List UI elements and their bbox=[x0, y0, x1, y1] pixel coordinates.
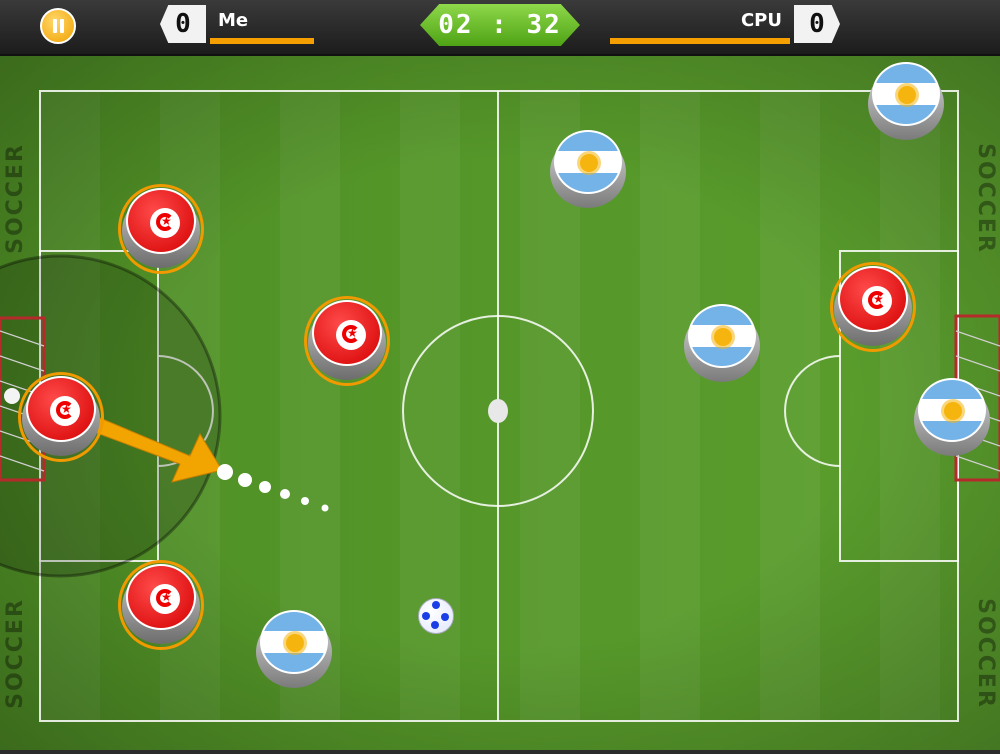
center-spot bbox=[488, 399, 508, 423]
soccer-ball bbox=[418, 598, 454, 634]
ball-shadow-marker bbox=[4, 388, 20, 404]
side-label-left-top: SOCCER bbox=[2, 143, 28, 254]
player-score: 0 bbox=[160, 5, 206, 43]
tunisia-player-disc[interactable] bbox=[830, 262, 916, 352]
side-label-right-top: SOCCER bbox=[972, 143, 998, 254]
pause-button[interactable] bbox=[40, 8, 76, 44]
soccer-field[interactable]: SOCCER SOCCER SOCCER SOCCER bbox=[0, 56, 1000, 750]
match-timer: 02 : 32 bbox=[420, 4, 580, 46]
player-name: Me bbox=[218, 10, 249, 31]
tunisia-goalkeeper-disc[interactable] bbox=[18, 372, 104, 462]
argentina-goalkeeper-disc bbox=[914, 376, 990, 456]
tunisia-player-disc[interactable] bbox=[304, 296, 390, 386]
argentina-flag-icon bbox=[898, 86, 916, 104]
argentina-flag-icon bbox=[944, 402, 962, 420]
cpu-score: 0 bbox=[794, 5, 840, 43]
side-label-left-bottom: SOCCER bbox=[2, 598, 28, 709]
cpu-power-bar bbox=[610, 38, 790, 44]
tunisia-flag-icon bbox=[150, 208, 180, 238]
argentina-player-disc bbox=[684, 302, 760, 382]
argentina-flag-icon bbox=[286, 634, 304, 652]
argentina-flag-icon bbox=[714, 328, 732, 346]
argentina-flag-icon bbox=[580, 154, 598, 172]
side-label-right-bottom: SOCCER bbox=[972, 598, 998, 709]
cpu-name: CPU bbox=[740, 10, 782, 31]
tunisia-flag-icon bbox=[862, 286, 892, 316]
tunisia-flag-icon bbox=[336, 320, 366, 350]
tunisia-player-disc[interactable] bbox=[118, 184, 204, 274]
argentina-player-disc bbox=[550, 128, 626, 208]
top-hud: 0 Me 02 : 32 CPU 0 bbox=[0, 0, 1000, 56]
tunisia-player-disc[interactable] bbox=[118, 560, 204, 650]
argentina-player-disc bbox=[868, 60, 944, 140]
argentina-player-disc bbox=[256, 608, 332, 688]
player-power-bar bbox=[210, 38, 314, 44]
tunisia-flag-icon bbox=[150, 584, 180, 614]
tunisia-flag-icon bbox=[50, 396, 80, 426]
